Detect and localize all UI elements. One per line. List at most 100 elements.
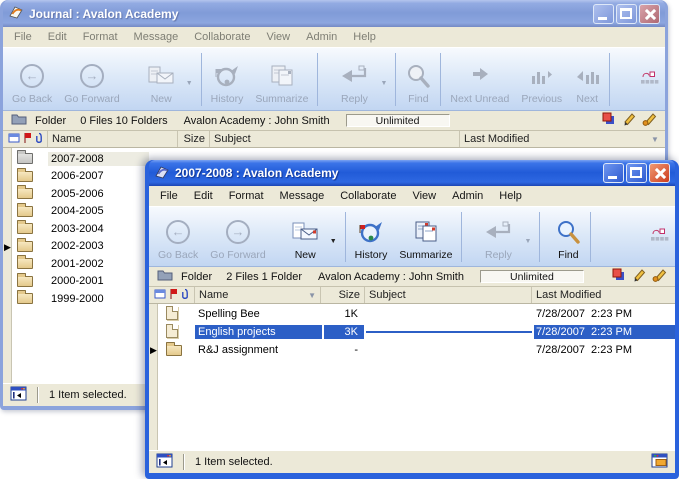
history-button[interactable]: History [205, 51, 250, 108]
sign-pencil-key-icon[interactable] [642, 112, 657, 129]
go-forward-button[interactable]: → Go Forward [58, 51, 125, 108]
edit-pencil-icon[interactable] [622, 112, 636, 129]
journal-infobar: Folder 0 Files 10 Folders Avalon Academy… [3, 111, 665, 131]
maximize-button[interactable] [626, 163, 647, 183]
find-button[interactable]: Find [549, 210, 587, 264]
doc-type-column-icon[interactable] [8, 133, 20, 146]
infobar-type-label: Folder [181, 271, 212, 283]
close-button[interactable] [639, 4, 660, 24]
journal-titlebar[interactable]: Journal : Avalon Academy [3, 0, 665, 27]
access-level-icon[interactable] [156, 453, 173, 471]
status-text: 1 Item selected. [49, 389, 127, 401]
folder-window-title: 2007-2008 : Avalon Academy [175, 166, 338, 180]
new-dropdown-icon[interactable]: ▼ [325, 238, 342, 245]
column-header-size[interactable]: Size [321, 287, 365, 303]
folder-icon [17, 223, 33, 234]
toolbar-separator [395, 53, 396, 106]
column-header-last-modified[interactable]: Last Modified [532, 287, 675, 303]
reply-button[interactable]: Reply [333, 51, 375, 108]
sign-pencil-key-icon[interactable] [652, 268, 667, 285]
flag-column-icon[interactable] [169, 288, 178, 303]
folder-column-headers: Name ▼ Size Subject Last Modified [149, 287, 675, 304]
find-button[interactable]: Find [399, 51, 437, 108]
folder-icon [17, 206, 33, 217]
menu-admin[interactable]: Admin [444, 187, 491, 205]
column-header-name[interactable]: Name [48, 131, 178, 147]
journal-column-headers: Name Size Subject Last Modified ▼ [3, 131, 665, 148]
close-button[interactable] [649, 163, 670, 183]
menu-collaborate[interactable]: Collaborate [186, 28, 258, 46]
folder-icon [17, 293, 33, 304]
column-header-subject[interactable]: Subject [365, 287, 532, 303]
next-button[interactable]: Next [568, 51, 606, 108]
summarize-button[interactable]: Summarize [393, 210, 458, 264]
menu-view[interactable]: View [404, 187, 444, 205]
flag-column-icon[interactable] [23, 132, 32, 147]
file-row[interactable]: Spelling Bee 1K 7/28/2007 2:23 PM [159, 305, 675, 323]
go-forward-button[interactable]: → Go Forward [204, 210, 271, 264]
menu-admin[interactable]: Admin [298, 28, 345, 46]
menu-edit[interactable]: Edit [40, 28, 75, 46]
menu-view[interactable]: View [258, 28, 298, 46]
minimize-icon [608, 176, 617, 179]
go-back-button[interactable]: ← Go Back [152, 210, 204, 264]
menu-help[interactable]: Help [491, 187, 530, 205]
view-icon[interactable] [612, 268, 626, 285]
file-row[interactable]: R&J assignment - 7/28/2007 2:23 PM [159, 341, 675, 359]
folder-icon [17, 241, 33, 252]
column-header-size[interactable]: Size [178, 131, 210, 147]
attachment-column-icon[interactable] [35, 132, 43, 147]
reply-dropdown-icon[interactable]: ▼ [519, 238, 536, 245]
new-dropdown-icon[interactable]: ▼ [181, 80, 198, 87]
menu-format[interactable]: Format [221, 187, 272, 205]
column-header-last-modified[interactable]: Last Modified [460, 131, 645, 147]
maximize-button[interactable] [616, 4, 637, 24]
reply-dropdown-icon[interactable]: ▼ [375, 80, 392, 87]
minimize-button[interactable] [593, 4, 614, 24]
toolbar-options-icon[interactable] [640, 70, 659, 90]
menu-message[interactable]: Message [272, 187, 333, 205]
history-button[interactable]: History [349, 210, 394, 264]
column-header-name[interactable]: Name ▼ [195, 287, 321, 303]
statusbar-divider [183, 454, 185, 470]
summarize-button[interactable]: Summarize [249, 51, 314, 108]
menu-help[interactable]: Help [345, 28, 384, 46]
toolbar-options-icon[interactable] [650, 227, 669, 247]
previous-button[interactable]: Previous [515, 51, 568, 108]
menu-edit[interactable]: Edit [186, 187, 221, 205]
next-icon [574, 61, 600, 91]
doc-type-column-icon[interactable] [154, 289, 166, 302]
menu-collaborate[interactable]: Collaborate [332, 187, 404, 205]
menu-file[interactable]: File [152, 187, 186, 205]
edit-pencil-icon[interactable] [632, 268, 646, 285]
go-back-button[interactable]: ← Go Back [6, 51, 58, 108]
file-row[interactable]: English projects 3K 7/28/2007 2:23 PM [159, 323, 675, 341]
toolbar-separator [345, 212, 346, 262]
menu-file[interactable]: File [6, 28, 40, 46]
new-button[interactable]: New [142, 51, 181, 108]
folder-icon [17, 171, 33, 182]
menu-message[interactable]: Message [126, 28, 187, 46]
location-icon[interactable] [651, 453, 668, 471]
journal-toolbar: ← Go Back → Go Forward New ▼ History Sum… [3, 47, 665, 111]
find-icon [555, 217, 581, 247]
folder-app-icon [154, 164, 170, 183]
journal-app-icon [8, 4, 24, 23]
menu-format[interactable]: Format [75, 28, 126, 46]
minimize-button[interactable] [603, 163, 624, 183]
folder-menubar: File Edit Format Message Collaborate Vie… [149, 186, 675, 206]
header-options-caret-icon[interactable]: ▼ [645, 131, 665, 147]
view-icon[interactable] [602, 112, 616, 129]
infobar-owner: Avalon Academy : John Smith [184, 115, 330, 127]
reply-button[interactable]: Reply [477, 210, 519, 264]
access-level-icon[interactable] [10, 386, 27, 404]
go-back-icon: ← [166, 220, 190, 244]
attachment-column-icon[interactable] [181, 288, 189, 303]
infobar-type-label: Folder [35, 115, 66, 127]
folder-file-list: ▶ Spelling Bee 1K 7/28/2007 2:23 PM Engl… [149, 304, 675, 450]
next-unread-button[interactable]: Next Unread [444, 51, 515, 108]
new-button[interactable]: New [286, 210, 325, 264]
column-header-subject[interactable]: Subject [210, 131, 460, 147]
toolbar-separator [539, 212, 540, 262]
folder-titlebar[interactable]: 2007-2008 : Avalon Academy [149, 160, 675, 186]
